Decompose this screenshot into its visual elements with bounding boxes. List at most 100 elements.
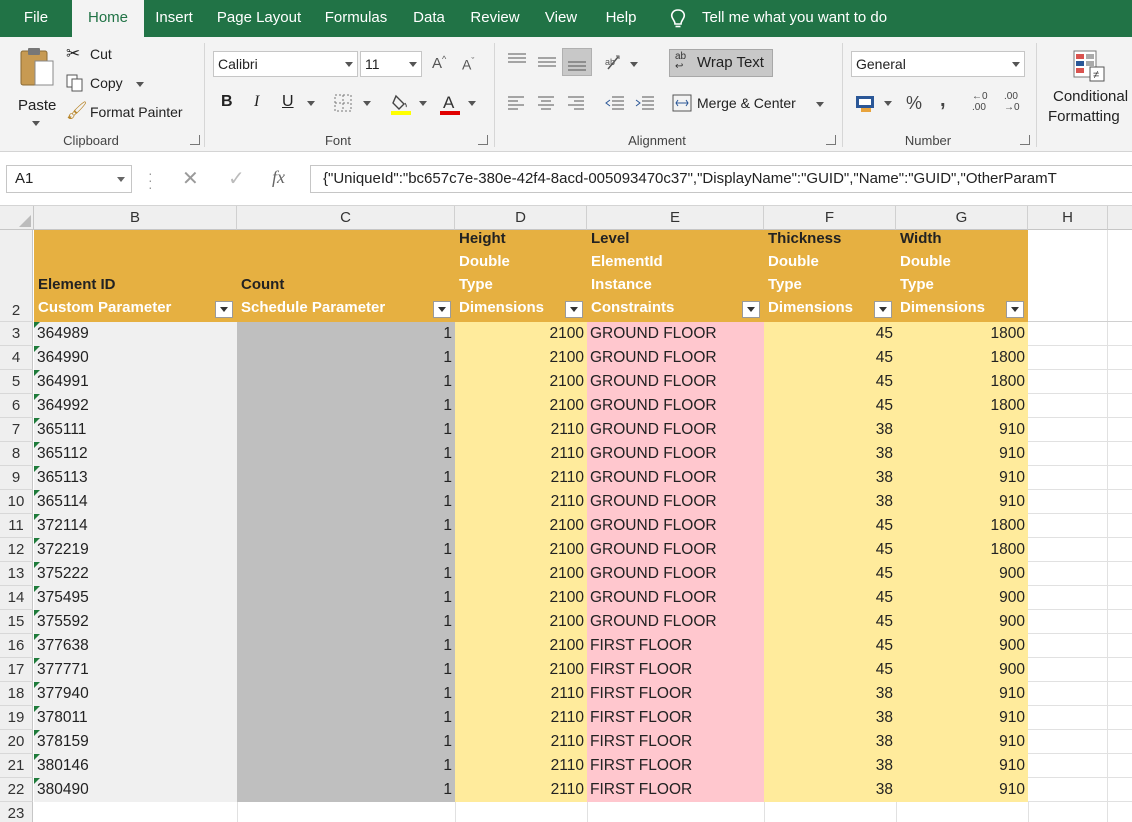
cell-count[interactable]: 1 (237, 562, 455, 586)
align-top-icon[interactable] (506, 51, 528, 69)
cell-width[interactable]: 900 (896, 610, 1028, 634)
row-header-2[interactable]: 2 (0, 230, 33, 322)
cell-width[interactable]: 900 (896, 658, 1028, 682)
enter-check-icon[interactable]: ✓ (228, 166, 245, 191)
tab-view[interactable]: View (532, 0, 590, 37)
row-header[interactable]: 5 (0, 370, 33, 394)
row-header[interactable]: 20 (0, 730, 33, 754)
tab-help[interactable]: Help (594, 0, 648, 37)
increase-font-icon[interactable]: A^ (432, 54, 446, 72)
insert-function-button[interactable]: fx (272, 167, 285, 188)
name-box[interactable]: A1 (6, 165, 132, 193)
cell-thickness[interactable]: 45 (764, 514, 896, 538)
accounting-format-icon[interactable] (855, 94, 877, 114)
cell-height[interactable]: 2110 (455, 466, 587, 490)
cell-count[interactable]: 1 (237, 322, 455, 346)
cell-count[interactable]: 1 (237, 610, 455, 634)
tab-page-layout[interactable]: Page Layout (206, 0, 312, 37)
cell-element-id[interactable]: 378011 (34, 706, 237, 730)
tab-formulas[interactable]: Formulas (314, 0, 398, 37)
row-header[interactable]: 4 (0, 346, 33, 370)
cell-thickness[interactable]: 45 (764, 394, 896, 418)
copy-button[interactable]: Copy (66, 73, 148, 95)
cell-count[interactable]: 1 (237, 418, 455, 442)
row-header[interactable]: 21 (0, 754, 33, 778)
wrap-text-button[interactable]: ab ↩ Wrap Text (669, 49, 773, 77)
row-header[interactable]: 12 (0, 538, 33, 562)
cell-level[interactable]: GROUND FLOOR (587, 586, 764, 610)
cell-thickness[interactable]: 45 (764, 322, 896, 346)
cell-level[interactable]: GROUND FLOOR (587, 562, 764, 586)
chevron-down-icon[interactable] (884, 101, 892, 106)
cell-thickness[interactable]: 38 (764, 490, 896, 514)
decrease-indent-icon[interactable] (604, 95, 626, 111)
cell-level[interactable]: FIRST FLOOR (587, 634, 764, 658)
cell-level[interactable]: GROUND FLOOR (587, 370, 764, 394)
filter-dropdown-c[interactable] (433, 301, 451, 318)
cell-width[interactable]: 910 (896, 682, 1028, 706)
fill-color-icon[interactable] (390, 92, 414, 116)
align-middle-icon[interactable] (536, 55, 558, 73)
tab-data[interactable]: Data (400, 0, 458, 37)
bold-button[interactable]: B (221, 93, 233, 111)
cell-element-id[interactable]: 372114 (34, 514, 237, 538)
cell-level[interactable]: FIRST FLOOR (587, 706, 764, 730)
cell-count[interactable]: 1 (237, 466, 455, 490)
formula-bar-grip-icon[interactable]: · · · (148, 166, 153, 194)
cell-thickness[interactable]: 38 (764, 466, 896, 490)
cell-count[interactable]: 1 (237, 730, 455, 754)
row-header[interactable]: 19 (0, 706, 33, 730)
cell-thickness[interactable]: 45 (764, 370, 896, 394)
row-header[interactable]: 18 (0, 682, 33, 706)
cell-width[interactable]: 1800 (896, 538, 1028, 562)
cell-height[interactable]: 2100 (455, 370, 587, 394)
cell-count[interactable]: 1 (237, 442, 455, 466)
row-header[interactable]: 9 (0, 466, 33, 490)
cell-height[interactable]: 2100 (455, 610, 587, 634)
cell-width[interactable]: 910 (896, 466, 1028, 490)
tab-insert[interactable]: Insert (144, 0, 204, 37)
cell-thickness[interactable]: 45 (764, 586, 896, 610)
column-header-c[interactable]: C (237, 206, 455, 230)
cell-height[interactable]: 2100 (455, 634, 587, 658)
cell-count[interactable]: 1 (237, 490, 455, 514)
row-header[interactable]: 3 (0, 322, 33, 346)
font-name-select[interactable]: Calibri (213, 51, 358, 77)
cell-count[interactable]: 1 (237, 394, 455, 418)
cell-height[interactable]: 2110 (455, 754, 587, 778)
cell-count[interactable]: 1 (237, 754, 455, 778)
cell-element-id[interactable]: 364991 (34, 370, 237, 394)
cell-thickness[interactable]: 38 (764, 418, 896, 442)
cell-level[interactable]: GROUND FLOOR (587, 610, 764, 634)
column-header-b[interactable]: B (34, 206, 237, 230)
cell-height[interactable]: 2100 (455, 586, 587, 610)
cell-count[interactable]: 1 (237, 538, 455, 562)
cell-level[interactable]: GROUND FLOOR (587, 418, 764, 442)
cell-count[interactable]: 1 (237, 586, 455, 610)
cell-level[interactable]: GROUND FLOOR (587, 322, 764, 346)
row-header[interactable]: 10 (0, 490, 33, 514)
number-launcher-icon[interactable] (1020, 135, 1030, 145)
cell-element-id[interactable]: 365111 (34, 418, 237, 442)
row-header[interactable]: 14 (0, 586, 33, 610)
clipboard-launcher-icon[interactable] (190, 135, 200, 145)
cell-width[interactable]: 1800 (896, 514, 1028, 538)
cell-thickness[interactable]: 45 (764, 346, 896, 370)
alignment-launcher-icon[interactable] (826, 135, 836, 145)
orientation-icon[interactable]: ab (604, 53, 626, 73)
cell-count[interactable]: 1 (237, 706, 455, 730)
increase-indent-icon[interactable] (634, 95, 656, 111)
cell-width[interactable]: 1800 (896, 370, 1028, 394)
cell-level[interactable]: GROUND FLOOR (587, 538, 764, 562)
cell-level[interactable]: FIRST FLOOR (587, 682, 764, 706)
align-right-icon[interactable] (566, 95, 586, 111)
merge-center-button[interactable]: Merge & Center (672, 92, 830, 116)
cell-element-id[interactable]: 380490 (34, 778, 237, 802)
column-header-next[interactable] (1108, 206, 1132, 230)
column-header-h[interactable]: H (1028, 206, 1108, 230)
cell-height[interactable]: 2100 (455, 394, 587, 418)
cell-count[interactable]: 1 (237, 634, 455, 658)
font-size-select[interactable]: 11 (360, 51, 422, 77)
cell-height[interactable]: 2110 (455, 682, 587, 706)
align-left-icon[interactable] (506, 95, 526, 111)
